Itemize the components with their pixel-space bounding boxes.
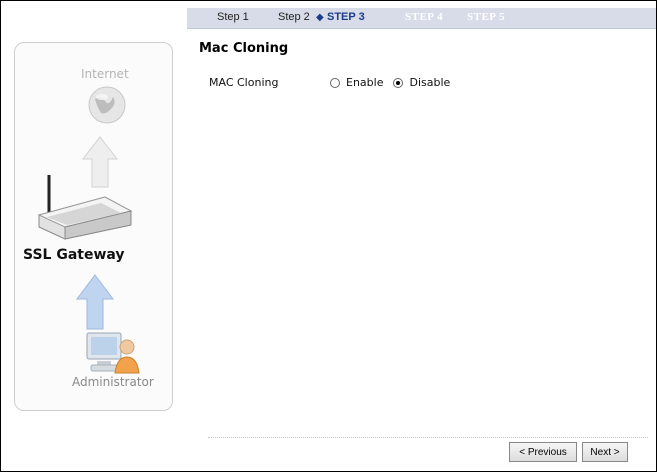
internet-label: Internet (81, 67, 129, 81)
disable-radio-label[interactable]: Disable (409, 76, 450, 89)
footer-divider (208, 437, 648, 438)
disable-radio[interactable] (393, 77, 404, 88)
mac-cloning-radio-group: Enable Disable (330, 76, 460, 89)
step-5: STEP 5 (467, 11, 506, 23)
step-3-current: STEP 3 (327, 11, 365, 23)
step-4: STEP 4 (405, 11, 444, 23)
administrator-label: Administrator (72, 375, 154, 389)
enable-radio-label[interactable]: Enable (346, 76, 383, 89)
current-step-marker-icon: ◆ (316, 12, 324, 23)
arrow-up-blue-icon (76, 274, 114, 330)
mac-cloning-field-label: MAC Cloning (209, 76, 279, 89)
step-2: Step 2 (278, 11, 310, 23)
administrator-computer-icon (86, 332, 140, 374)
previous-button[interactable]: < Previous (509, 442, 577, 462)
next-button[interactable]: Next > (582, 442, 628, 462)
ssl-gateway-label: SSL Gateway (23, 247, 125, 263)
page-title: Mac Cloning (199, 41, 289, 56)
globe-icon (88, 86, 126, 124)
router-icon (37, 175, 133, 240)
step-1: Step 1 (217, 11, 249, 23)
network-diagram-panel: Internet SSL Gateway Administrator (14, 42, 173, 411)
wizard-window: Step 1 Step 2 ◆ STEP 3 STEP 4 STEP 5 Int… (0, 0, 657, 472)
step-progress-bar: Step 1 Step 2 ◆ STEP 3 STEP 4 STEP 5 (187, 8, 656, 29)
enable-radio[interactable] (330, 77, 340, 88)
